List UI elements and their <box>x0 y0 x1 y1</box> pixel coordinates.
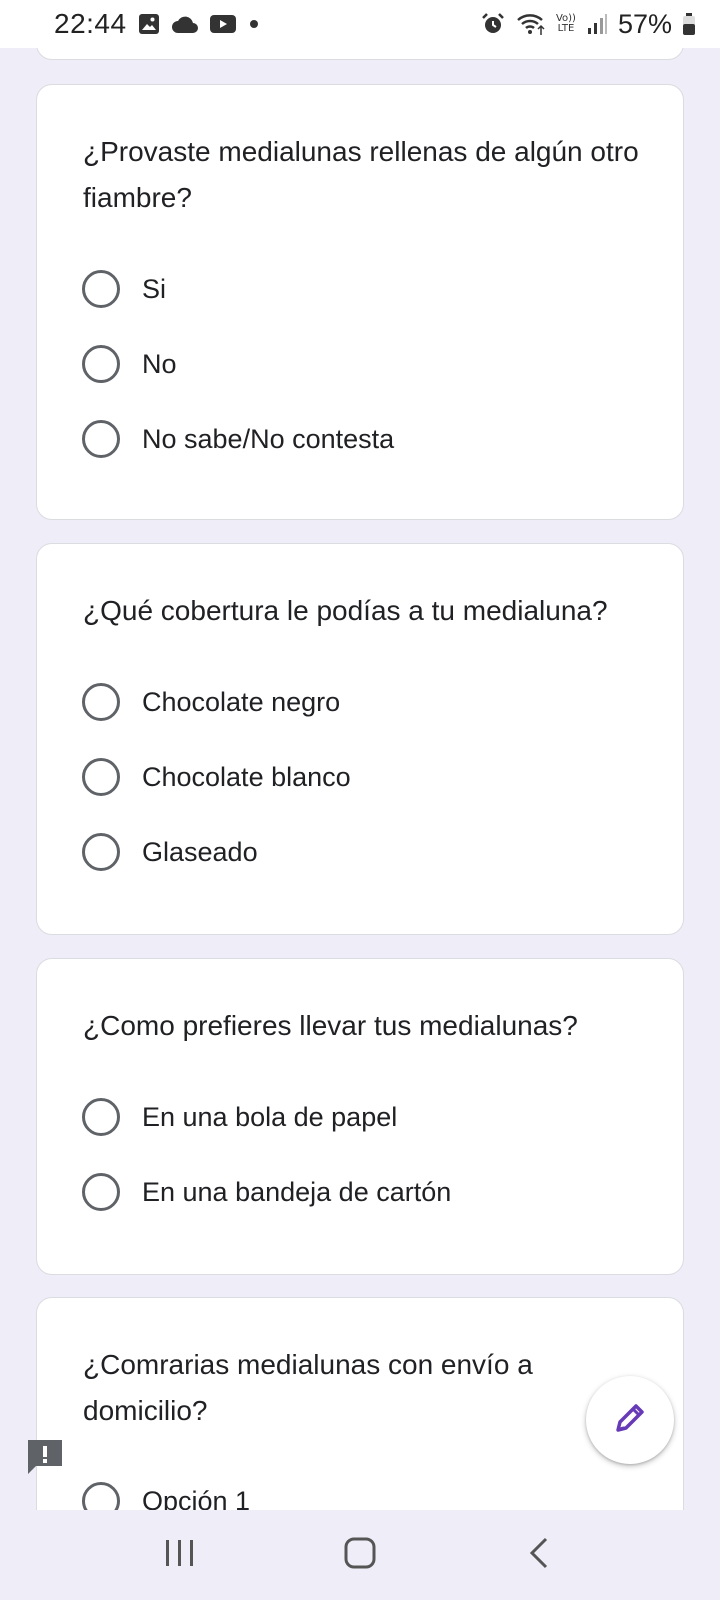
option-label: Opción 1 <box>142 1485 251 1511</box>
image-icon <box>137 12 161 36</box>
radio-button[interactable] <box>82 1482 120 1510</box>
option-label: En una bola de papel <box>142 1101 398 1132</box>
option-label: En una bandeja de cartón <box>142 1176 452 1207</box>
alarm-icon <box>480 11 506 37</box>
back-button[interactable] <box>510 1525 570 1585</box>
question-card-2: ¿Qué cobertura le podías a tu medialuna?… <box>36 543 684 935</box>
option-label: Chocolate blanco <box>142 761 351 792</box>
question-card-3: ¿Como prefieres llevar tus medialunas? E… <box>36 958 684 1275</box>
option-label: Glaseado <box>142 836 258 867</box>
pencil-icon <box>610 1398 650 1443</box>
radio-button[interactable] <box>82 1098 120 1136</box>
feedback-icon[interactable] <box>26 1438 64 1476</box>
question-title: ¿Qué cobertura le podías a tu medialuna? <box>83 595 608 626</box>
radio-button[interactable] <box>82 1173 120 1211</box>
option-label: Si <box>142 273 167 304</box>
radio-button[interactable] <box>82 833 120 871</box>
radio-option[interactable]: Si <box>82 269 166 309</box>
battery-percent: 57% <box>617 8 672 39</box>
radio-option[interactable]: No sabe/No contesta <box>82 419 394 459</box>
option-label: No <box>142 348 177 379</box>
question-title: ¿Comrarias medialunas con envío a domici… <box>83 1349 533 1426</box>
status-left: 22:44 <box>54 8 261 40</box>
question-card-4: ¿Comrarias medialunas con envío a domici… <box>36 1297 684 1510</box>
radio-button[interactable] <box>82 420 120 458</box>
radio-option[interactable]: Glaseado <box>82 832 258 872</box>
status-time: 22:44 <box>54 8 127 39</box>
radio-button[interactable] <box>82 270 120 308</box>
question-title: ¿Provaste medialunas rellenas de algún o… <box>83 136 639 213</box>
navigation-bar <box>0 1510 720 1600</box>
form-content[interactable]: ¿Provaste medialunas rellenas de algún o… <box>0 0 720 1510</box>
volte-icon: Vo)) LTE <box>556 14 576 34</box>
dot-icon <box>247 17 261 31</box>
home-icon <box>342 1535 378 1576</box>
back-icon <box>522 1535 558 1576</box>
signal-icon <box>586 12 608 36</box>
radio-option[interactable]: No <box>82 344 177 384</box>
radio-button[interactable] <box>82 683 120 721</box>
status-right: Vo)) LTE 57% <box>480 9 696 40</box>
cloud-icon <box>171 13 199 35</box>
radio-button[interactable] <box>82 345 120 383</box>
wifi-icon <box>516 11 546 37</box>
recents-icon <box>162 1535 198 1576</box>
radio-option[interactable]: Chocolate blanco <box>82 757 351 797</box>
status-bar: 22:44 Vo)) LTE 57% <box>0 0 720 48</box>
question-title: ¿Como prefieres llevar tus medialunas? <box>83 1010 578 1041</box>
radio-option[interactable]: En una bandeja de cartón <box>82 1172 451 1212</box>
edit-fab-button[interactable] <box>586 1376 674 1464</box>
radio-option[interactable]: En una bola de papel <box>82 1097 397 1137</box>
option-label: Chocolate negro <box>142 686 341 717</box>
radio-option[interactable]: Opción 1 <box>82 1481 250 1510</box>
question-card-1: ¿Provaste medialunas rellenas de algún o… <box>36 84 684 520</box>
radio-button[interactable] <box>82 758 120 796</box>
youtube-icon <box>209 13 237 35</box>
option-label: No sabe/No contesta <box>142 423 395 454</box>
radio-option[interactable]: Chocolate negro <box>82 682 340 722</box>
battery-icon <box>682 12 696 36</box>
home-button[interactable] <box>330 1525 390 1585</box>
recents-button[interactable] <box>150 1525 210 1585</box>
volte-label-bottom: LTE <box>557 23 575 34</box>
